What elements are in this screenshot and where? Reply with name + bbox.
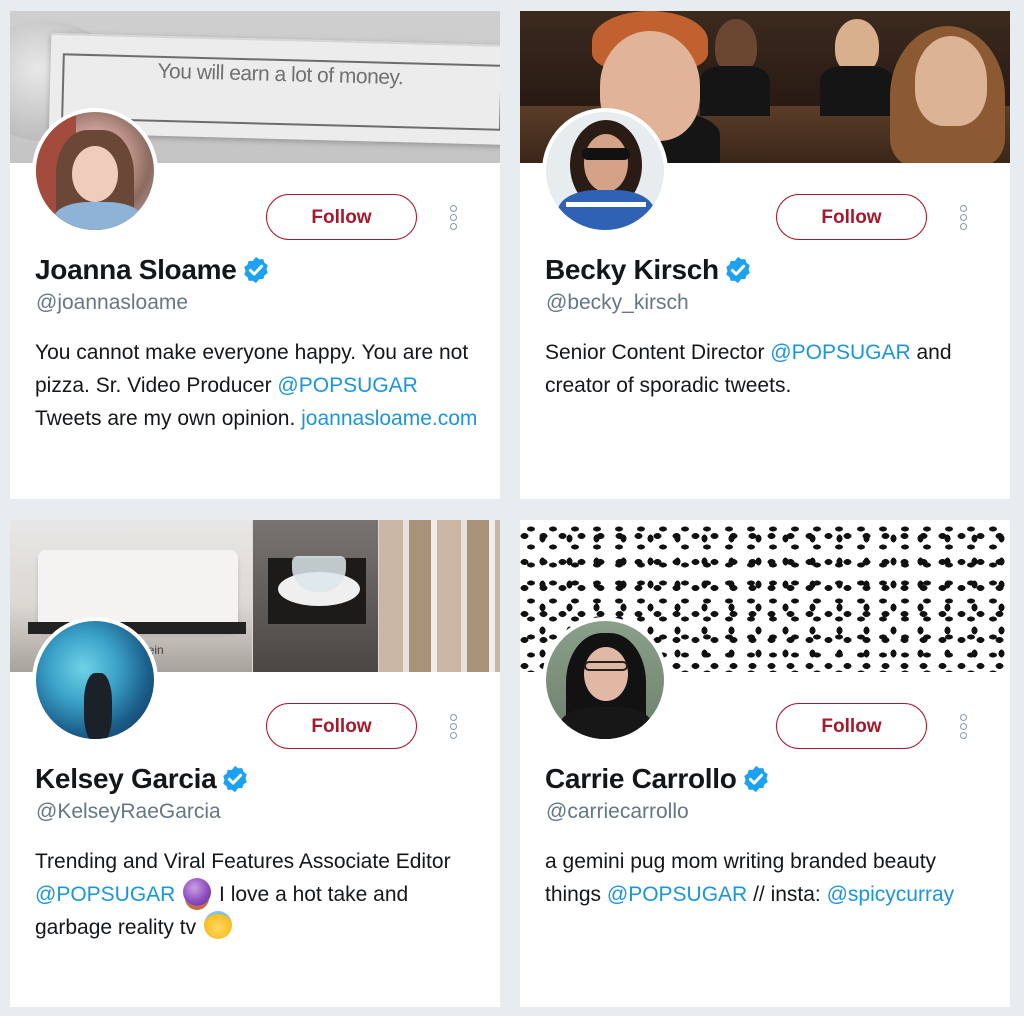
display-name[interactable]: Joanna Sloame <box>35 254 237 286</box>
avatar[interactable] <box>32 617 158 743</box>
mention-link[interactable]: @spicycurray <box>827 883 955 906</box>
follow-button[interactable]: Follow <box>776 194 927 240</box>
mention-link[interactable]: @POPSUGAR <box>277 374 417 397</box>
mention-link[interactable]: @POPSUGAR <box>35 883 175 906</box>
more-options-icon[interactable] <box>956 714 970 740</box>
follow-button[interactable]: Follow <box>776 703 927 749</box>
avatar[interactable] <box>32 108 158 234</box>
display-name[interactable]: Kelsey Garcia <box>35 763 217 795</box>
more-options-icon[interactable] <box>446 714 460 740</box>
verified-badge-icon <box>726 256 750 284</box>
verified-badge-icon <box>223 765 248 793</box>
more-options-icon[interactable] <box>446 205 460 231</box>
user-card-joanna-sloame: You will earn a lot of money. Follow Joa… <box>10 11 500 499</box>
user-card-becky-kirsch: Follow Becky Kirsch @becky_kirsch Senior… <box>520 11 1010 499</box>
mention-link[interactable]: @POPSUGAR <box>770 341 910 364</box>
user-handle[interactable]: @becky_kirsch <box>546 291 689 315</box>
avatar[interactable] <box>542 108 668 234</box>
user-card-kelsey-garcia: lein Follow Kelsey Garcia @KelseyRaeGarc… <box>10 520 500 1007</box>
display-name[interactable]: Carrie Carrollo <box>545 763 737 795</box>
follow-button[interactable]: Follow <box>266 703 417 749</box>
user-bio: a gemini pug mom writing branded beauty … <box>545 850 955 906</box>
user-bio: Senior Content Director @POPSUGAR and cr… <box>545 341 952 397</box>
smiling-face-with-halo-emoji <box>203 911 232 939</box>
follow-button[interactable]: Follow <box>266 194 417 240</box>
verified-badge-icon <box>243 256 268 284</box>
mention-link[interactable]: @POPSUGAR <box>607 883 747 906</box>
display-name[interactable]: Becky Kirsch <box>545 254 719 286</box>
user-bio: Trending and Viral Features Associate Ed… <box>35 850 451 939</box>
user-handle[interactable]: @KelseyRaeGarcia <box>36 800 221 824</box>
more-options-icon[interactable] <box>956 205 970 231</box>
user-bio: You cannot make everyone happy. You are … <box>35 341 478 430</box>
crystal-ball-emoji <box>183 878 212 906</box>
user-card-carrie-carrollo: Follow Carrie Carrollo @carriecarrollo a… <box>520 520 1010 1007</box>
avatar[interactable] <box>542 617 668 743</box>
verified-badge-icon <box>743 765 768 793</box>
user-handle[interactable]: @joannasloame <box>36 291 188 315</box>
website-link[interactable]: joannasloame.com <box>301 407 477 430</box>
user-handle[interactable]: @carriecarrollo <box>546 800 689 824</box>
